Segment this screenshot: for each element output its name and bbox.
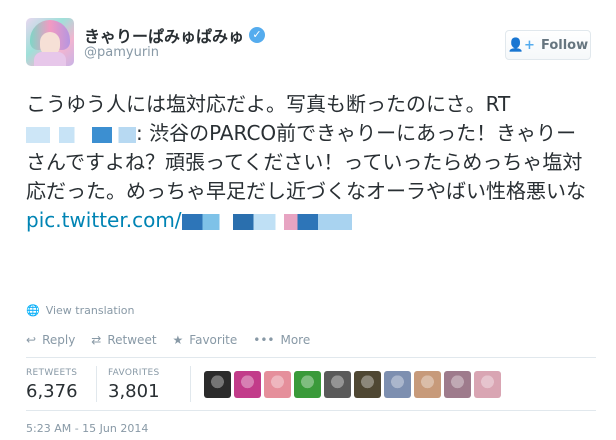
stat-divider: [96, 366, 97, 402]
favorite-button[interactable]: ★ Favorite: [173, 333, 238, 347]
reply-icon: ↩: [26, 333, 37, 347]
favoriter-avatar[interactable]: [234, 371, 261, 398]
avatar-body: [34, 52, 66, 66]
favorite-label: Favorite: [189, 333, 238, 347]
verified-badge-icon: ✓: [249, 27, 266, 43]
tweet-timestamp[interactable]: 5:23 AM - 15 Jun 2014: [26, 422, 148, 435]
reply-label: Reply: [42, 333, 76, 347]
retweets-stat[interactable]: RETWEETS 6,376: [26, 368, 78, 402]
user-fullname[interactable]: きゃりーぱみゅぱみゅ: [84, 23, 244, 47]
reply-button[interactable]: ↩ Reply: [26, 333, 75, 347]
profile-avatar[interactable]: [26, 18, 74, 66]
favoriter-avatar[interactable]: [384, 371, 411, 398]
favoriter-avatar[interactable]: [474, 371, 501, 398]
more-label: More: [280, 333, 311, 347]
favoriter-avatar[interactable]: [204, 371, 231, 398]
favoriter-avatars: [204, 371, 504, 398]
stats-divider-top: [26, 357, 596, 358]
favoriter-avatar[interactable]: [354, 371, 381, 398]
view-translation-label: View translation: [45, 304, 135, 317]
star-icon: ★: [172, 333, 184, 347]
favorites-label: FAVORITES: [108, 368, 160, 378]
favorites-stat[interactable]: FAVORITES 3,801: [108, 368, 160, 402]
favoriter-avatar[interactable]: [444, 371, 471, 398]
redacted-pic-link: [181, 213, 352, 230]
user-handle[interactable]: @pamyurin: [84, 45, 159, 60]
name-row: きゃりーぱみゅぱみゅ ✓: [84, 23, 266, 47]
favoriter-avatar[interactable]: [324, 371, 351, 398]
follow-button[interactable]: 👤+ Follow: [505, 30, 591, 60]
retweet-icon: ⇄: [91, 333, 102, 347]
retweets-count: 6,376: [26, 381, 78, 402]
retweet-button[interactable]: ⇄ Retweet: [91, 333, 156, 347]
view-translation-link[interactable]: 🌐 View translation: [26, 304, 134, 317]
favoriter-avatar[interactable]: [264, 371, 291, 398]
retweets-label: RETWEETS: [26, 368, 78, 378]
retweet-label: Retweet: [107, 333, 157, 347]
favorites-count: 3,801: [108, 381, 160, 402]
follow-person-icon: 👤+: [507, 37, 535, 53]
stats-divider-bottom: [26, 410, 596, 411]
stat-divider: [190, 366, 191, 402]
tweet-text-part1: こうゆう人には塩対応だよ。写真も断ったのにさ。RT: [26, 92, 517, 116]
favoriter-avatar[interactable]: [294, 371, 321, 398]
more-button[interactable]: ••• More: [253, 333, 310, 347]
tweet-actions: ↩ Reply ⇄ Retweet ★ Favorite ••• More: [26, 333, 326, 347]
follow-button-label: Follow: [540, 37, 589, 53]
tweet-header: きゃりーぱみゅぱみゅ ✓ @pamyurin 👤+ Follow: [26, 18, 596, 78]
tweet-text: こうゆう人には塩対応だよ。写真も断ったのにさ。RT : 渋谷のPARCO前できゃ…: [26, 90, 596, 235]
pic-link[interactable]: pic.twitter.com/: [26, 208, 182, 232]
more-dots-icon: •••: [253, 333, 275, 347]
globe-icon: 🌐: [26, 304, 40, 317]
redacted-username: [26, 126, 136, 143]
favoriter-avatar[interactable]: [414, 371, 441, 398]
